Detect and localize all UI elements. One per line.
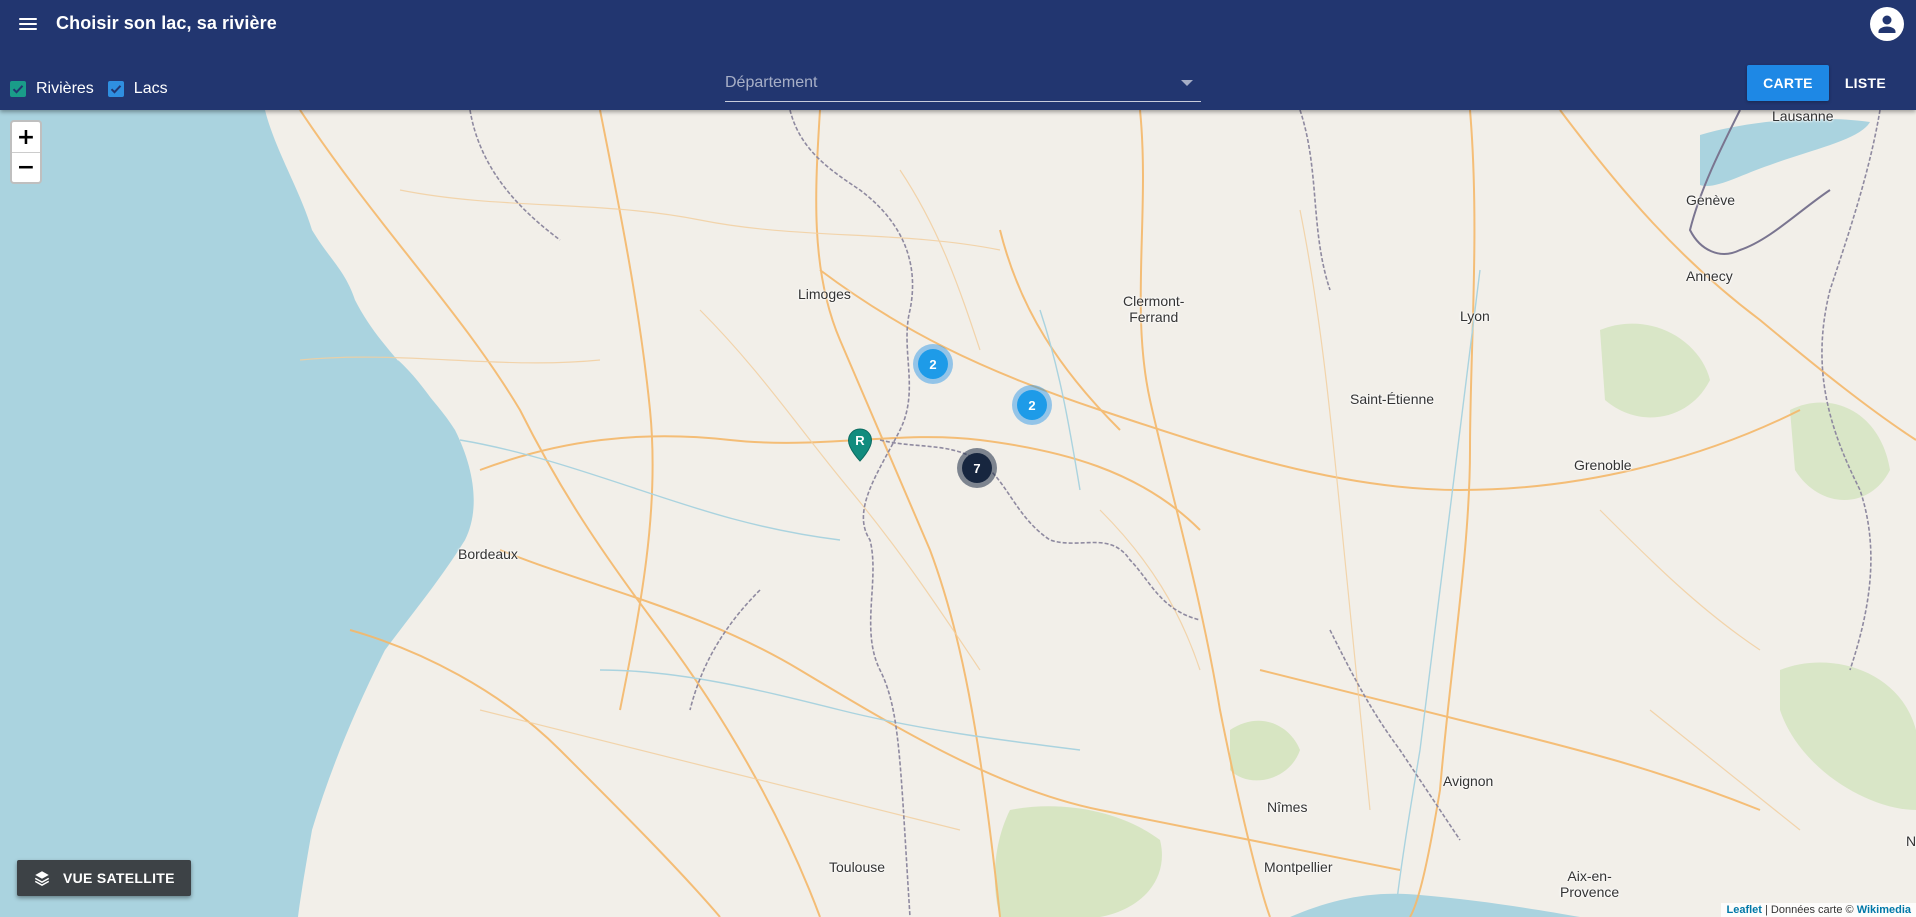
cluster-count: 2	[918, 349, 948, 379]
city-label: Toulouse	[829, 859, 886, 875]
river-marker-letter: R	[855, 433, 865, 448]
dropdown-arrow-icon	[1181, 80, 1193, 86]
rivers-label: Rivières	[36, 80, 94, 97]
marker-cluster[interactable]: 2	[913, 344, 953, 384]
river-marker[interactable]: R	[847, 428, 873, 462]
account-icon[interactable]	[1870, 7, 1904, 41]
department-select[interactable]: Département	[725, 66, 1201, 102]
lakes-checkbox[interactable]: Lacs	[107, 80, 168, 98]
zoom-out-button[interactable]: −	[12, 152, 40, 182]
city-label: Lyon	[1460, 308, 1490, 324]
city-label: Clermont- Ferrand	[1123, 293, 1185, 325]
city-label: Limoges	[798, 286, 851, 302]
cluster-count: 2	[1017, 390, 1047, 420]
layer-filters: Rivières Lacs	[10, 80, 182, 98]
app-bar: Choisir son lac, sa rivière Rivières Lac…	[0, 0, 1916, 110]
checkbox-checked-icon[interactable]	[107, 81, 124, 97]
marker-cluster[interactable]: 7	[957, 448, 997, 488]
list-view-button[interactable]: LISTE	[1829, 65, 1902, 101]
map-tiles	[0, 110, 1916, 917]
view-toggle: CARTE LISTE	[1747, 65, 1902, 101]
leaflet-link[interactable]: Leaflet	[1726, 904, 1761, 916]
map-pin-icon: R	[847, 428, 873, 462]
city-label: Genève	[1686, 192, 1736, 208]
zoom-in-button[interactable]: +	[12, 122, 40, 152]
map-view-button[interactable]: CARTE	[1747, 65, 1829, 101]
map-attribution: Leaflet | Données carte © Wikimedia	[1721, 903, 1916, 917]
lakes-label: Lacs	[133, 80, 168, 97]
city-label: Saint-Étienne	[1350, 391, 1435, 407]
marker-cluster[interactable]: 2	[1012, 385, 1052, 425]
department-placeholder: Département	[725, 74, 818, 91]
city-label: Lausanne	[1772, 110, 1834, 124]
city-label: Aix-en- Provence	[1560, 868, 1620, 900]
layers-icon	[34, 871, 50, 886]
rivers-checkbox[interactable]: Rivières	[10, 80, 94, 98]
satellite-view-button[interactable]: VUE SATELLITE	[17, 860, 191, 896]
checkbox-checked-icon[interactable]	[10, 81, 26, 97]
city-label: Montpellier	[1264, 859, 1333, 875]
city-label: N	[1906, 833, 1916, 849]
city-label: Bordeaux	[458, 546, 518, 562]
city-label: Avignon	[1443, 773, 1494, 789]
wikimedia-link[interactable]: Wikimedia	[1857, 904, 1911, 916]
app-title: Choisir son lac, sa rivière	[56, 13, 277, 33]
satellite-view-label: VUE SATELLITE	[63, 870, 175, 886]
map[interactable]: Lausanne Genève Annecy Limoges Clermont-…	[0, 110, 1916, 917]
menu-icon[interactable]	[16, 12, 40, 36]
attribution-text: | Données carte ©	[1761, 904, 1857, 916]
city-label: Annecy	[1686, 268, 1733, 284]
city-label: Grenoble	[1574, 457, 1632, 473]
cluster-count: 7	[962, 453, 992, 483]
zoom-control: + −	[10, 120, 42, 184]
city-label: Nîmes	[1267, 799, 1308, 815]
